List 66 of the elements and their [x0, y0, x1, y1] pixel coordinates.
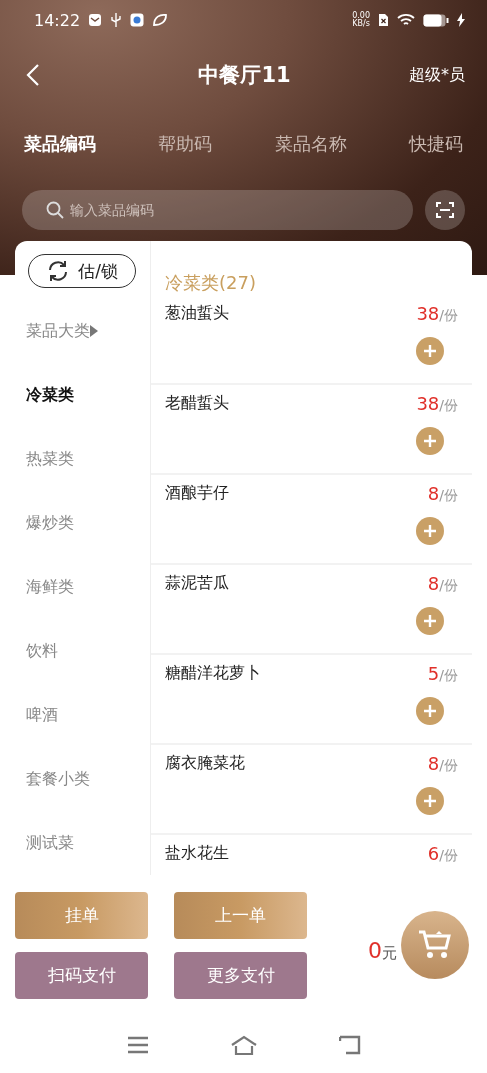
battery-icon: [423, 13, 449, 27]
dish-price: 8/份: [427, 753, 458, 775]
add-button[interactable]: [416, 427, 444, 455]
dish-name: 葱油蜇头: [165, 303, 230, 324]
category-item[interactable]: 啤酒: [15, 683, 68, 747]
action-button[interactable]: 挂单: [15, 891, 148, 939]
app-icon: [130, 13, 145, 27]
dish-price: 8/份: [427, 573, 458, 595]
scan-button[interactable]: [425, 190, 465, 230]
dish-name: 盐水花生: [165, 843, 230, 864]
dish-name: 酒酿芋仔: [165, 483, 230, 504]
section-title: 冷菜类(27): [164, 271, 257, 295]
scan-icon: [436, 201, 454, 219]
add-button[interactable]: [416, 697, 444, 725]
category-item[interactable]: 热菜类: [15, 427, 84, 491]
caret-right-icon: [90, 325, 98, 337]
dish-price: 8/份: [427, 483, 458, 505]
add-button[interactable]: [416, 517, 444, 545]
search-mode-tab[interactable]: 快捷码: [409, 132, 463, 156]
user-name: 超级*员: [409, 64, 465, 86]
dish-price: 38/份: [416, 393, 458, 415]
sim-icon: [378, 13, 389, 27]
search-mode-tab[interactable]: 菜品编码: [24, 132, 96, 156]
status-time: 14:22: [34, 10, 81, 30]
cart-icon: [418, 930, 452, 960]
plus-icon: [423, 614, 437, 628]
total-amount: 0元: [367, 937, 398, 963]
dish-price: 38/份: [416, 303, 458, 325]
plus-icon: [423, 524, 437, 538]
plus-icon: [423, 794, 437, 808]
add-button[interactable]: [416, 607, 444, 635]
page-title: 中餐厅11: [197, 62, 292, 89]
action-button[interactable]: 更多支付: [174, 951, 307, 999]
category-item[interactable]: 菜品大类: [15, 299, 108, 363]
search-icon: [46, 201, 64, 219]
action-button[interactable]: 扫码支付: [15, 951, 148, 999]
category-item[interactable]: 爆炒类: [15, 491, 84, 555]
search-mode-tab[interactable]: 菜品名称: [274, 132, 347, 156]
plus-icon: [423, 434, 437, 448]
dish-price: 6/份: [427, 843, 458, 865]
add-button[interactable]: [416, 787, 444, 815]
category-item[interactable]: 套餐小类: [15, 747, 100, 811]
dish-price: 5/份: [427, 663, 458, 685]
menu-icon[interactable]: [126, 1036, 149, 1054]
plus-icon: [423, 344, 437, 358]
usb-icon: [110, 12, 123, 28]
mail-icon: [88, 13, 103, 27]
dish-name: 老醋蜇头: [165, 393, 230, 414]
dish-name: 糖醋洋花萝卜: [165, 663, 262, 684]
add-button[interactable]: [416, 337, 444, 365]
category-item[interactable]: 海鲜类: [15, 555, 84, 619]
estimate-lock-button[interactable]: 估/锁: [28, 254, 136, 288]
leaf-icon: [152, 13, 169, 27]
home-icon[interactable]: [230, 1035, 257, 1055]
search-mode-tab[interactable]: 帮助码: [158, 132, 213, 156]
dish-name: 蒜泥苦瓜: [165, 573, 230, 594]
plus-icon: [423, 704, 437, 718]
charging-icon: [457, 13, 465, 27]
network-speed: 0.00 KB/s: [352, 12, 370, 28]
wifi-icon: [397, 13, 415, 27]
category-item[interactable]: 冷菜类: [15, 363, 84, 427]
category-item[interactable]: 饮料: [15, 619, 68, 683]
dish-name: 腐衣腌菜花: [165, 753, 246, 774]
category-item[interactable]: 测试菜: [15, 811, 84, 875]
back-icon[interactable]: [338, 1035, 361, 1055]
action-button[interactable]: 上一单: [174, 891, 307, 939]
